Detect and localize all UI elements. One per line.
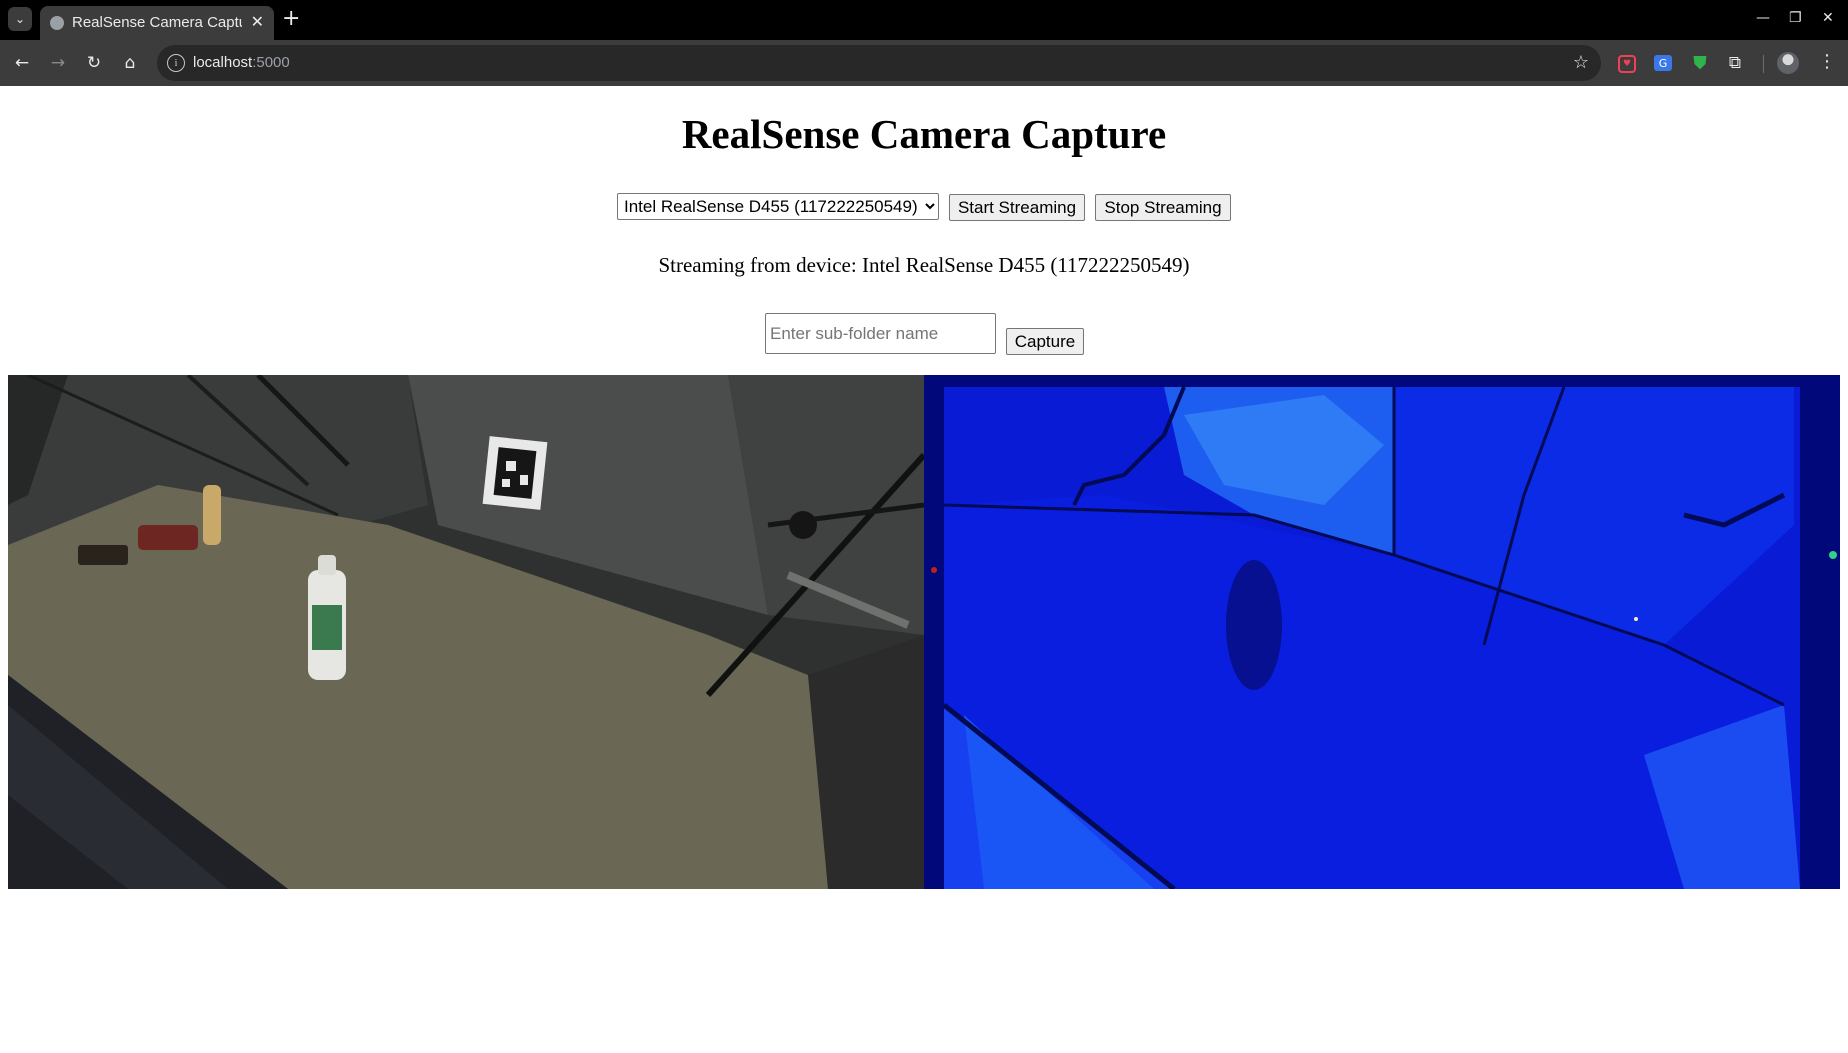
avatar[interactable] (1777, 52, 1799, 74)
shield-icon[interactable]: ⛊ (1690, 53, 1710, 74)
reload-icon[interactable]: ↻ (83, 52, 105, 74)
address-bar[interactable]: i localhost:5000 ☆ (157, 45, 1601, 81)
pocket-icon[interactable]: ♥ (1618, 55, 1636, 73)
globe-icon (50, 16, 64, 30)
minimize-icon[interactable]: — (1756, 8, 1770, 28)
page-title: RealSense Camera Capture (681, 111, 1167, 157)
browser-toolbar: ← → ↻ ⌂ i localhost:5000 ☆ ♥ G ⛊ ⧉ ⋮ (0, 40, 1848, 86)
menu-icon[interactable]: ⋮ (1818, 51, 1836, 72)
url-host: localhost (193, 54, 253, 71)
new-tab-button[interactable]: + (282, 6, 300, 32)
depth-scene (924, 375, 1840, 889)
browser-tab[interactable]: RealSense Camera Capture ✕ (40, 6, 274, 40)
stop-streaming-button[interactable]: Stop Streaming (1095, 194, 1231, 221)
rgb-scene (8, 375, 924, 889)
puzzle-icon[interactable]: ⧉ (1725, 53, 1745, 73)
close-icon[interactable]: ✕ (251, 13, 264, 31)
url-text[interactable]: localhost:5000 (193, 54, 290, 71)
start-streaming-button[interactable]: Start Streaming (949, 194, 1085, 221)
page-content: RealSense Camera Capture Intel RealSense… (0, 86, 1848, 1053)
forward-icon[interactable]: → (47, 52, 69, 74)
streaming-status: Streaming from device: Intel RealSense D… (658, 253, 1190, 277)
restore-icon[interactable]: ❐ (1789, 8, 1802, 28)
window-close-icon[interactable]: ✕ (1822, 8, 1834, 28)
rgb-stream-image (8, 375, 924, 889)
tab-title: RealSense Camera Capture (72, 14, 242, 31)
home-icon[interactable]: ⌂ (119, 52, 141, 74)
toolbar-divider (1763, 55, 1764, 73)
info-icon[interactable]: i (167, 54, 185, 72)
capture-button[interactable]: Capture (1006, 328, 1084, 355)
back-icon[interactable]: ← (11, 52, 33, 74)
depth-stream-image (924, 375, 1840, 889)
device-select[interactable]: Intel RealSense D455 (117222250549) (617, 193, 939, 220)
subfolder-input[interactable] (765, 313, 996, 354)
stream-area (8, 375, 1840, 889)
browser-tab-strip: ⌄ RealSense Camera Capture ✕ + — ❐ ✕ (0, 0, 1848, 40)
url-port: :5000 (252, 54, 290, 71)
translate-icon[interactable]: G (1654, 55, 1672, 71)
star-icon[interactable]: ☆ (1573, 52, 1589, 73)
tab-list-icon[interactable]: ⌄ (8, 7, 32, 31)
